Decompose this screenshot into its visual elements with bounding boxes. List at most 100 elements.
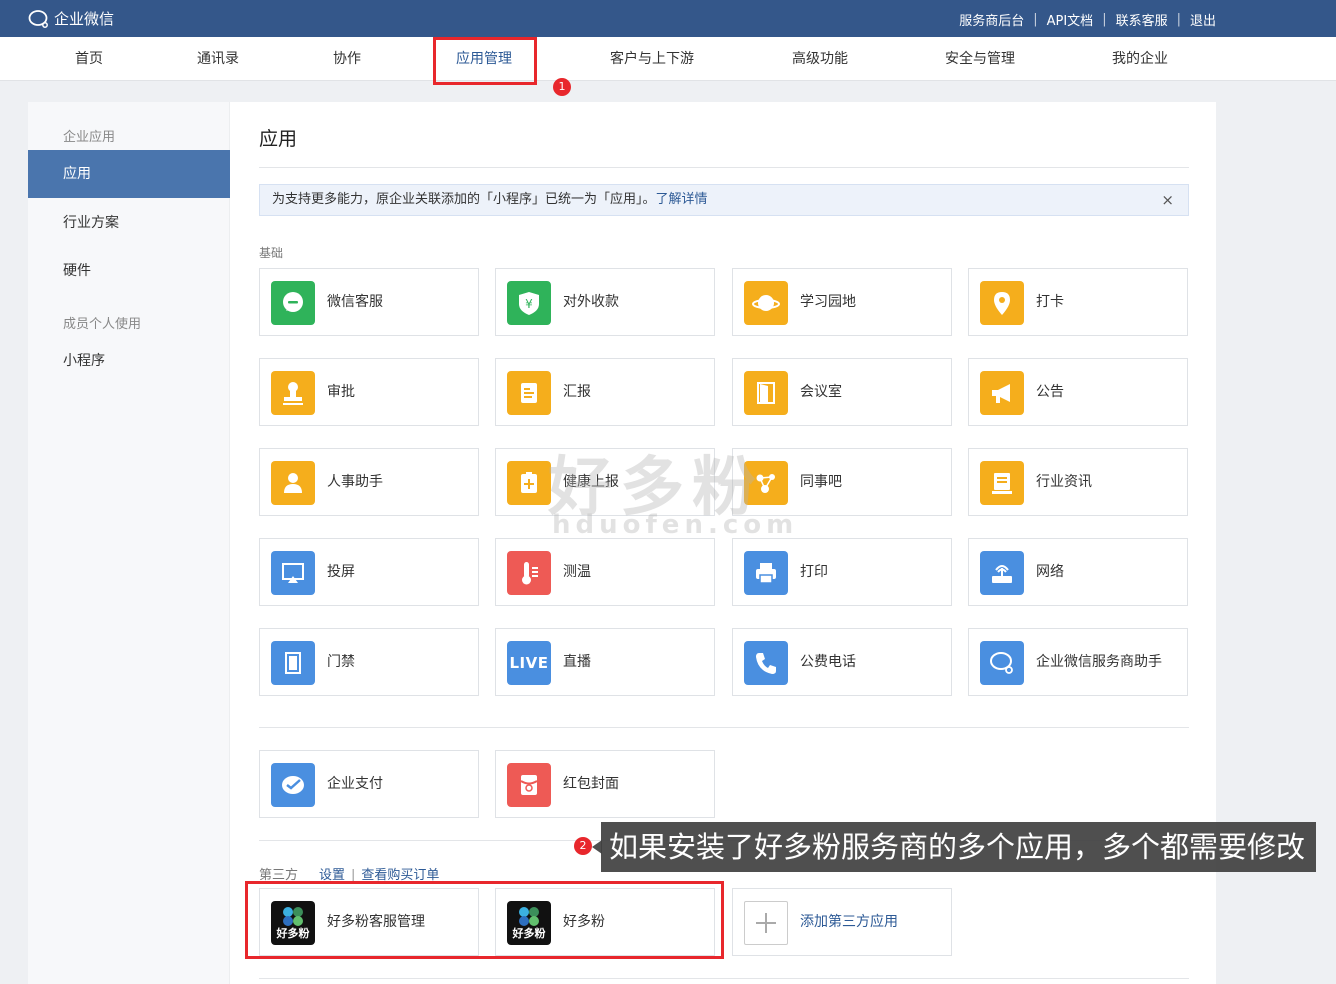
router-icon	[980, 551, 1024, 595]
sidebar-item-industry[interactable]: 行业方案	[28, 199, 230, 247]
app-name: 对外收款	[563, 294, 619, 310]
sidebar-item-apps[interactable]: 应用	[28, 150, 230, 198]
app-name: 微信客服	[327, 294, 383, 310]
app-name: 门禁	[327, 654, 355, 670]
app-card-payment[interactable]: ¥ 对外收款	[495, 268, 715, 336]
app-name: 测温	[563, 564, 591, 580]
megaphone-icon	[980, 371, 1024, 415]
app-name: 网络	[1036, 564, 1064, 580]
document-icon	[507, 371, 551, 415]
app-card-access-control[interactable]: 门禁	[259, 628, 479, 696]
highlight-box-third-party	[245, 881, 724, 959]
app-name: 人事助手	[327, 474, 383, 490]
app-name: 红包封面	[563, 776, 619, 792]
app-name: 企业微信服务商助手	[1036, 654, 1162, 670]
app-card-temperature[interactable]: 测温	[495, 538, 715, 606]
app-name: 公费电话	[800, 654, 856, 670]
nav-collaboration[interactable]: 协作	[322, 37, 372, 81]
nav-home[interactable]: 首页	[64, 37, 114, 81]
app-card-network[interactable]: 网络	[968, 538, 1188, 606]
app-card-hr-assistant[interactable]: 人事助手	[259, 448, 479, 516]
plus-icon	[744, 901, 788, 945]
app-card-phone[interactable]: 公费电话	[732, 628, 952, 696]
location-pin-icon	[980, 281, 1024, 325]
app-name: 同事吧	[800, 474, 842, 490]
app-card-colleague-bar[interactable]: 同事吧	[732, 448, 952, 516]
sidebar-item-miniprogram[interactable]: 小程序	[28, 337, 230, 385]
screencast-icon	[271, 551, 315, 595]
app-card-approval[interactable]: 审批	[259, 358, 479, 426]
divider	[259, 167, 1189, 168]
add-third-party-app-button[interactable]: 添加第三方应用	[732, 888, 952, 956]
nav-my-enterprise[interactable]: 我的企业	[1100, 37, 1180, 81]
page-title: 应用	[259, 128, 298, 150]
phone-icon	[744, 641, 788, 685]
separator: |	[1102, 12, 1107, 27]
door-access-icon	[271, 641, 315, 685]
add-app-label: 添加第三方应用	[800, 914, 898, 930]
app-card-enterprise-pay[interactable]: 企业支付	[259, 750, 479, 818]
top-bar: 企业微信 服务商后台 | API文档 | 联系客服 | 退出	[0, 0, 1336, 37]
app-card-print[interactable]: 打印	[732, 538, 952, 606]
app-card-screen-cast[interactable]: 投屏	[259, 538, 479, 606]
separator: |	[1176, 12, 1181, 27]
app-card-announcement[interactable]: 公告	[968, 358, 1188, 426]
sidebar-group-enterprise: 企业应用	[63, 130, 116, 145]
planet-icon	[744, 281, 788, 325]
sidebar-group-personal: 成员个人使用	[63, 317, 142, 332]
logout-link[interactable]: 退出	[1190, 10, 1216, 29]
wecom-logo-icon	[28, 9, 48, 28]
app-name: 公告	[1036, 384, 1064, 400]
nav-advanced[interactable]: 高级功能	[780, 37, 860, 81]
app-card-provider-assistant[interactable]: 企业微信服务商助手	[968, 628, 1188, 696]
chat-bubble-icon	[271, 281, 315, 325]
live-icon: LIVE	[507, 641, 551, 685]
app-card-industry-news[interactable]: 行业资讯	[968, 448, 1188, 516]
nav-contacts[interactable]: 通讯录	[188, 37, 248, 81]
contact-support-link[interactable]: 联系客服	[1116, 10, 1168, 29]
pay-check-icon	[271, 763, 315, 807]
provider-admin-link[interactable]: 服务商后台	[959, 10, 1024, 29]
separator: |	[1033, 12, 1038, 27]
app-card-red-packet[interactable]: 红包封面	[495, 750, 715, 818]
app-name: 投屏	[327, 564, 355, 580]
nav-security[interactable]: 安全与管理	[936, 37, 1024, 81]
close-icon[interactable]: ×	[1161, 185, 1174, 215]
news-icon	[980, 461, 1024, 505]
door-icon	[744, 371, 788, 415]
stamp-icon	[271, 371, 315, 415]
wecom-chat-icon	[980, 641, 1024, 685]
app-name: 直播	[563, 654, 591, 670]
app-name: 打印	[800, 564, 828, 580]
step-badge-2: 2	[574, 837, 592, 855]
app-name: 企业支付	[327, 776, 383, 792]
app-card-checkin[interactable]: 打卡	[968, 268, 1188, 336]
app-name: 会议室	[800, 384, 842, 400]
svg-text:¥: ¥	[525, 297, 533, 311]
app-card-live[interactable]: LIVE 直播	[495, 628, 715, 696]
notice-details-link[interactable]: 了解详情	[656, 192, 708, 207]
thermometer-icon	[507, 551, 551, 595]
notice-text: 为支持更多能力，原企业关联添加的「小程序」已统一为「应用」。	[272, 192, 656, 207]
app-name: 汇报	[563, 384, 591, 400]
app-card-meeting-room[interactable]: 会议室	[732, 358, 952, 426]
divider	[259, 727, 1189, 728]
top-links: 服务商后台 | API文档 | 联系客服 | 退出	[959, 10, 1216, 29]
watermark-url: hduofen.com	[552, 510, 799, 540]
printer-icon	[744, 551, 788, 595]
divider	[259, 978, 1189, 979]
nav-customers[interactable]: 客户与上下游	[600, 37, 704, 81]
app-card-wechat-service[interactable]: 微信客服	[259, 268, 479, 336]
logo-text: 企业微信	[54, 10, 115, 28]
app-name: 审批	[327, 384, 355, 400]
sidebar: 企业应用 应用 行业方案 硬件 成员个人使用 小程序	[28, 102, 230, 984]
shield-yen-icon: ¥	[507, 281, 551, 325]
red-packet-icon	[507, 763, 551, 807]
app-card-learning[interactable]: 学习园地	[732, 268, 952, 336]
app-name: 行业资讯	[1036, 474, 1092, 490]
logo[interactable]: 企业微信	[28, 8, 114, 29]
app-card-report[interactable]: 汇报	[495, 358, 715, 426]
highlight-box-nav	[433, 37, 537, 85]
sidebar-item-hardware[interactable]: 硬件	[28, 247, 230, 295]
api-docs-link[interactable]: API文档	[1047, 10, 1094, 29]
